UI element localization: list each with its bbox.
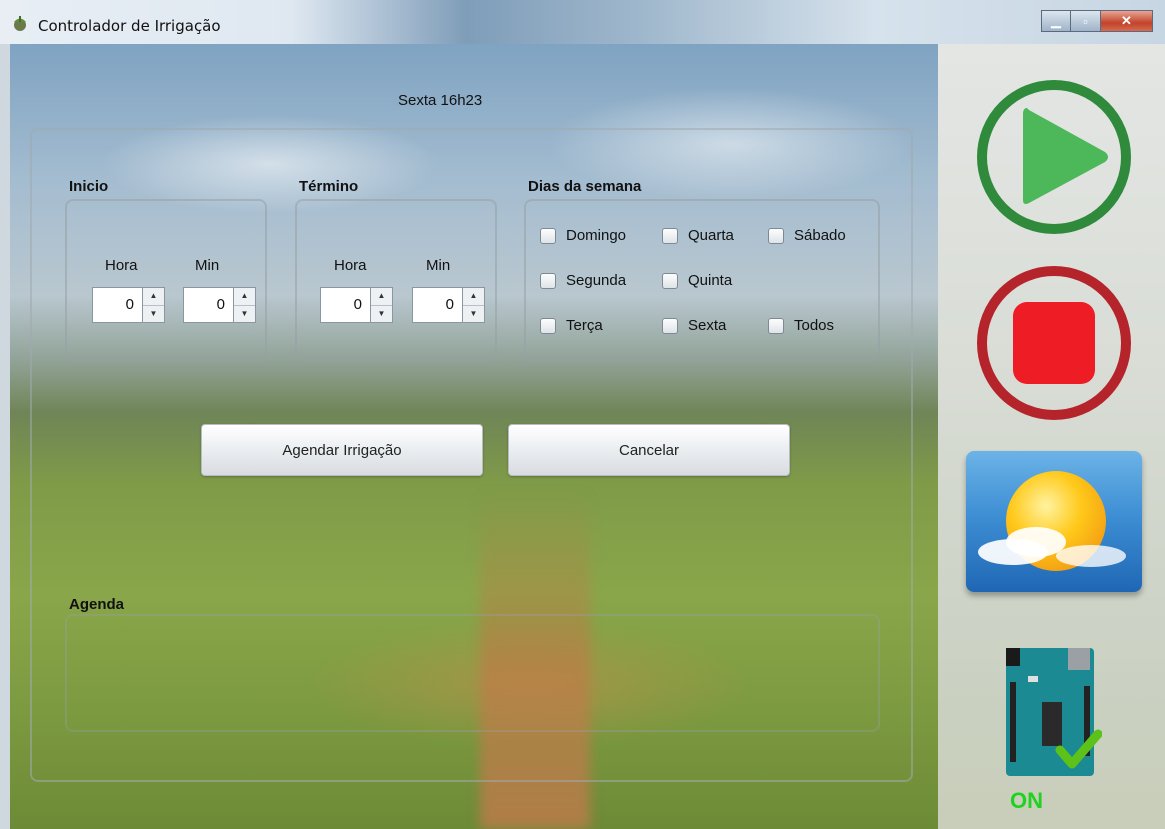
agenda-title: Agenda	[69, 596, 125, 613]
play-button[interactable]	[977, 80, 1131, 234]
checkbox-domingo[interactable]: Domingo	[540, 227, 626, 244]
stop-button[interactable]	[977, 266, 1131, 420]
connection-status-label: ON	[1010, 788, 1043, 813]
inicio-group	[65, 199, 267, 362]
spinner-down-icon[interactable]: ▼	[463, 306, 484, 323]
termino-min-spinner[interactable]: 0 ▲ ▼	[412, 287, 487, 323]
cancelar-button[interactable]: Cancelar	[508, 424, 790, 476]
sidebar: ON	[938, 44, 1165, 829]
termino-min-value[interactable]: 0	[412, 287, 463, 323]
spinner-up-icon[interactable]: ▲	[234, 288, 255, 306]
arduino-board-icon	[1006, 648, 1102, 776]
close-button[interactable]: ✕	[1101, 10, 1153, 32]
spinner-down-icon[interactable]: ▼	[234, 306, 255, 323]
main-panel: Sexta 16h23 Inicio Hora Min 0 ▲ ▼ 0 ▲ ▼ Té…	[10, 44, 938, 829]
agenda-list[interactable]	[65, 614, 880, 732]
checkbox-segunda[interactable]: Segunda	[540, 272, 626, 289]
inicio-hora-value[interactable]: 0	[92, 287, 143, 323]
checkbox-todos[interactable]: Todos	[768, 317, 834, 334]
minimize-button[interactable]: ▁	[1041, 10, 1071, 32]
stop-icon	[1013, 302, 1095, 384]
termino-group	[295, 199, 497, 362]
window-controls: ▁ ▫ ✕	[1041, 10, 1153, 32]
inicio-hora-spinner[interactable]: 0 ▲ ▼	[92, 287, 167, 323]
title-bar: Controlador de Irrigação ▁ ▫ ✕	[0, 0, 1165, 44]
weather-button[interactable]	[966, 451, 1142, 592]
spinner-up-icon[interactable]: ▲	[143, 288, 164, 306]
checkbox-quarta[interactable]: Quarta	[662, 227, 734, 244]
spinner-down-icon[interactable]: ▼	[143, 306, 164, 323]
checkbox-sabado[interactable]: Sábado	[768, 227, 846, 244]
termino-min-label: Min	[426, 257, 451, 274]
dias-title: Dias da semana	[528, 178, 642, 195]
termino-hora-value[interactable]: 0	[320, 287, 371, 323]
inicio-min-value[interactable]: 0	[183, 287, 234, 323]
spinner-up-icon[interactable]: ▲	[371, 288, 392, 306]
checkbox-quinta[interactable]: Quinta	[662, 272, 732, 289]
spinner-up-icon[interactable]: ▲	[463, 288, 484, 306]
current-datetime: Sexta 16h23	[398, 92, 483, 109]
inicio-min-label: Min	[195, 257, 220, 274]
termino-hora-spinner[interactable]: 0 ▲ ▼	[320, 287, 395, 323]
termino-title: Término	[299, 178, 359, 195]
spinner-down-icon[interactable]: ▼	[371, 306, 392, 323]
inicio-min-spinner[interactable]: 0 ▲ ▼	[183, 287, 258, 323]
app-icon	[14, 16, 26, 31]
agendar-irrigacao-button[interactable]: Agendar Irrigação	[201, 424, 483, 476]
termino-hora-label: Hora	[334, 257, 367, 274]
window-title: Controlador de Irrigação	[38, 17, 221, 35]
checkbox-sexta[interactable]: Sexta	[662, 317, 726, 334]
checkbox-terca[interactable]: Terça	[540, 317, 603, 334]
inicio-hora-label: Hora	[105, 257, 138, 274]
inicio-title: Inicio	[69, 178, 109, 195]
play-icon	[1023, 108, 1108, 204]
maximize-button[interactable]: ▫	[1071, 10, 1101, 32]
